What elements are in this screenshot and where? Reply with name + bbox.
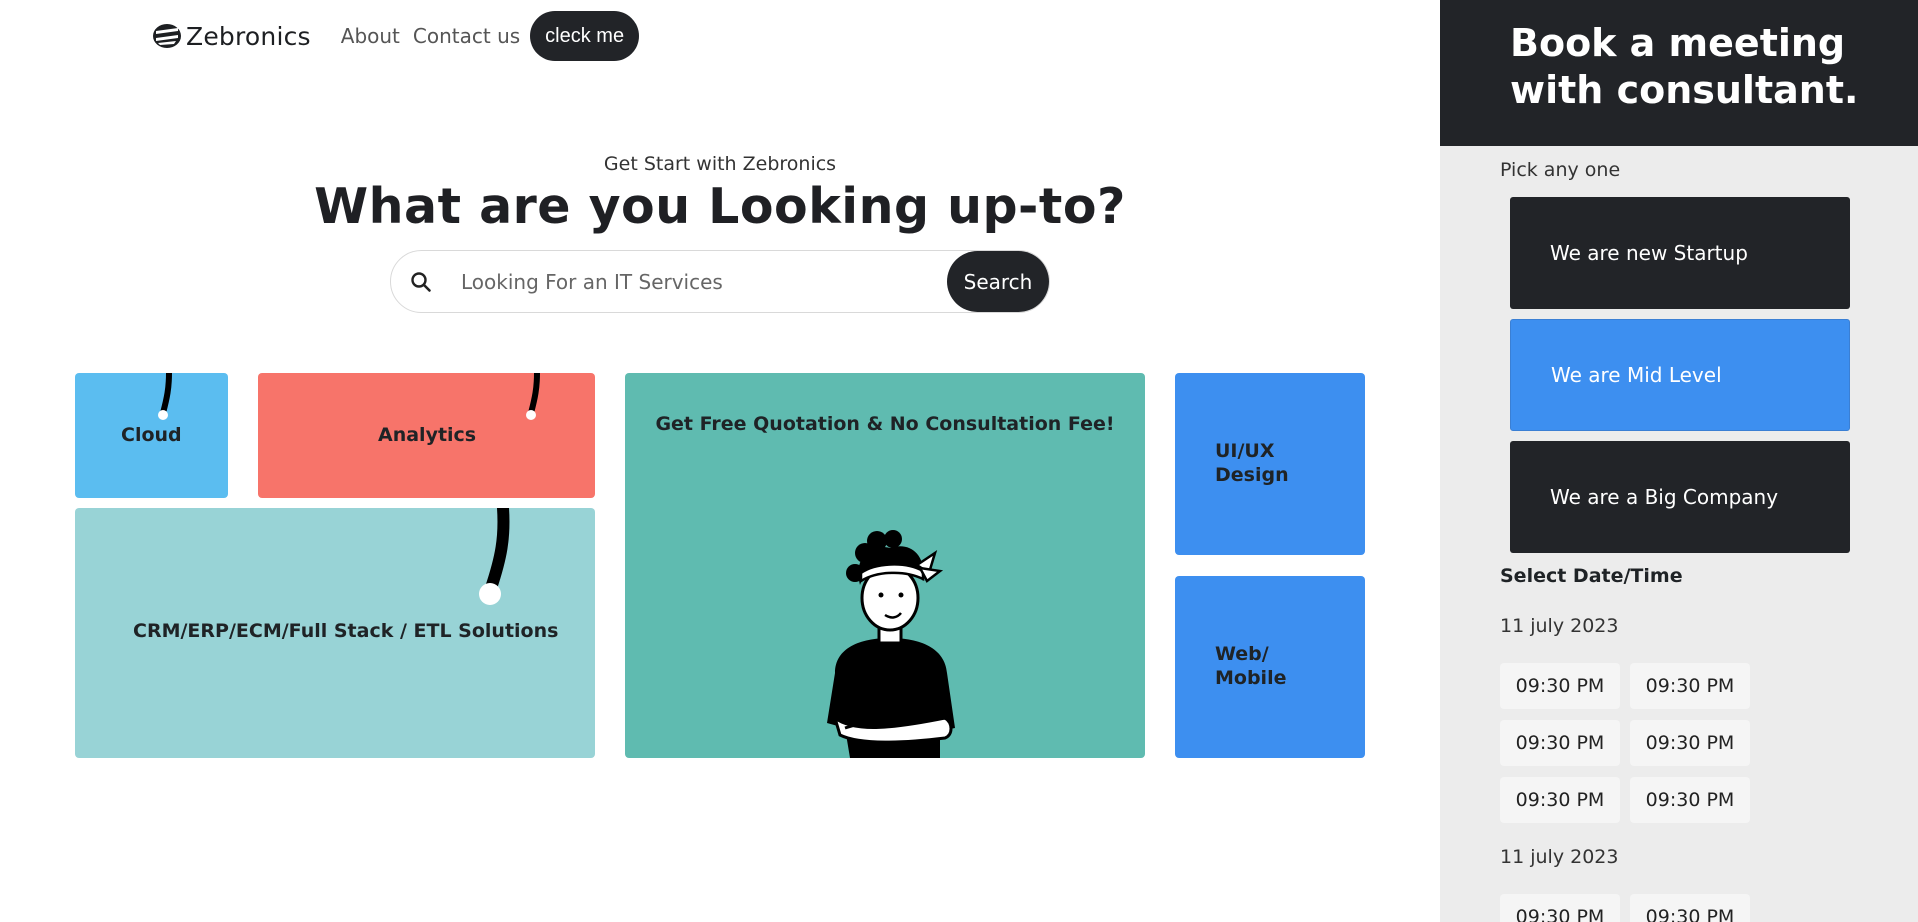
tile-crm-solutions[interactable]: CRM/ERP/ECM/Full Stack / ETL Solutions <box>75 508 595 758</box>
pick-label: Pick any one <box>1500 159 1621 181</box>
date-heading: 11 july 2023 <box>1500 615 1619 637</box>
brand-logo[interactable]: Zebronics <box>152 22 311 51</box>
tile-label: CRM/ERP/ECM/Full Stack / ETL Solutions <box>133 620 559 642</box>
tile-cloud[interactable]: Cloud <box>75 373 228 498</box>
time-slot[interactable]: 09:30 PM <box>1630 777 1750 823</box>
hero-title: What are you Looking up-to? <box>314 178 1126 235</box>
booking-title: Book a meeting with consultant. <box>1510 21 1859 112</box>
hanging-cord-decoration <box>479 508 510 605</box>
time-slot[interactable]: 09:30 PM <box>1500 894 1620 922</box>
tile-web-mobile[interactable]: Web/ Mobile <box>1175 576 1365 758</box>
hero-subtitle: Get Start with Zebronics <box>603 153 837 175</box>
top-nav: Zebronics About Contact us cleck me <box>152 11 640 61</box>
brand-name: Zebronics <box>186 21 311 51</box>
tile-label: Analytics <box>378 424 477 446</box>
time-slot[interactable]: 09:30 PM <box>1500 777 1620 823</box>
option-big-company[interactable]: We are a Big Company <box>1510 441 1850 553</box>
time-slot[interactable]: 09:30 PM <box>1630 894 1750 922</box>
cta-button[interactable]: cleck me <box>530 11 640 61</box>
tile-uiux-design[interactable]: UI/UX Design <box>1175 373 1365 555</box>
time-slot[interactable]: 09:30 PM <box>1630 720 1750 766</box>
tile-label: Get Free Quotation & No Consultation Fee… <box>655 413 1115 435</box>
nav-link-about[interactable]: About <box>341 24 400 48</box>
person-illustration <box>827 530 955 758</box>
search-button[interactable]: Search <box>947 251 1049 312</box>
booking-header: Book a meeting with consultant. <box>1440 0 1918 146</box>
tile-label: Web/ Mobile <box>1215 643 1287 689</box>
hanging-cord-decoration <box>158 373 172 420</box>
tile-analytics[interactable]: Analytics <box>258 373 595 498</box>
search-bar: Search <box>390 250 1050 313</box>
date-heading: 11 july 2023 <box>1500 846 1619 868</box>
option-startup[interactable]: We are new Startup <box>1510 197 1850 309</box>
booking-sidebar: Book a meeting with consultant. Pick any… <box>1440 0 1918 922</box>
time-slot[interactable]: 09:30 PM <box>1500 663 1620 709</box>
search-input[interactable] <box>461 269 947 294</box>
option-mid-level[interactable]: We are Mid Level <box>1510 319 1850 431</box>
zebra-logo-icon <box>153 24 181 48</box>
tile-label: UI/UX Design <box>1215 440 1289 486</box>
tile-label: Cloud <box>121 424 182 446</box>
time-slot[interactable]: 09:30 PM <box>1500 720 1620 766</box>
time-slot[interactable]: 09:30 PM <box>1630 663 1750 709</box>
datetime-label: Select Date/Time <box>1500 565 1683 587</box>
search-icon <box>391 252 451 312</box>
hanging-cord-decoration <box>526 373 540 420</box>
nav-link-contact[interactable]: Contact us <box>413 24 520 48</box>
tile-free-quotation[interactable]: Get Free Quotation & No Consultation Fee… <box>625 373 1145 758</box>
